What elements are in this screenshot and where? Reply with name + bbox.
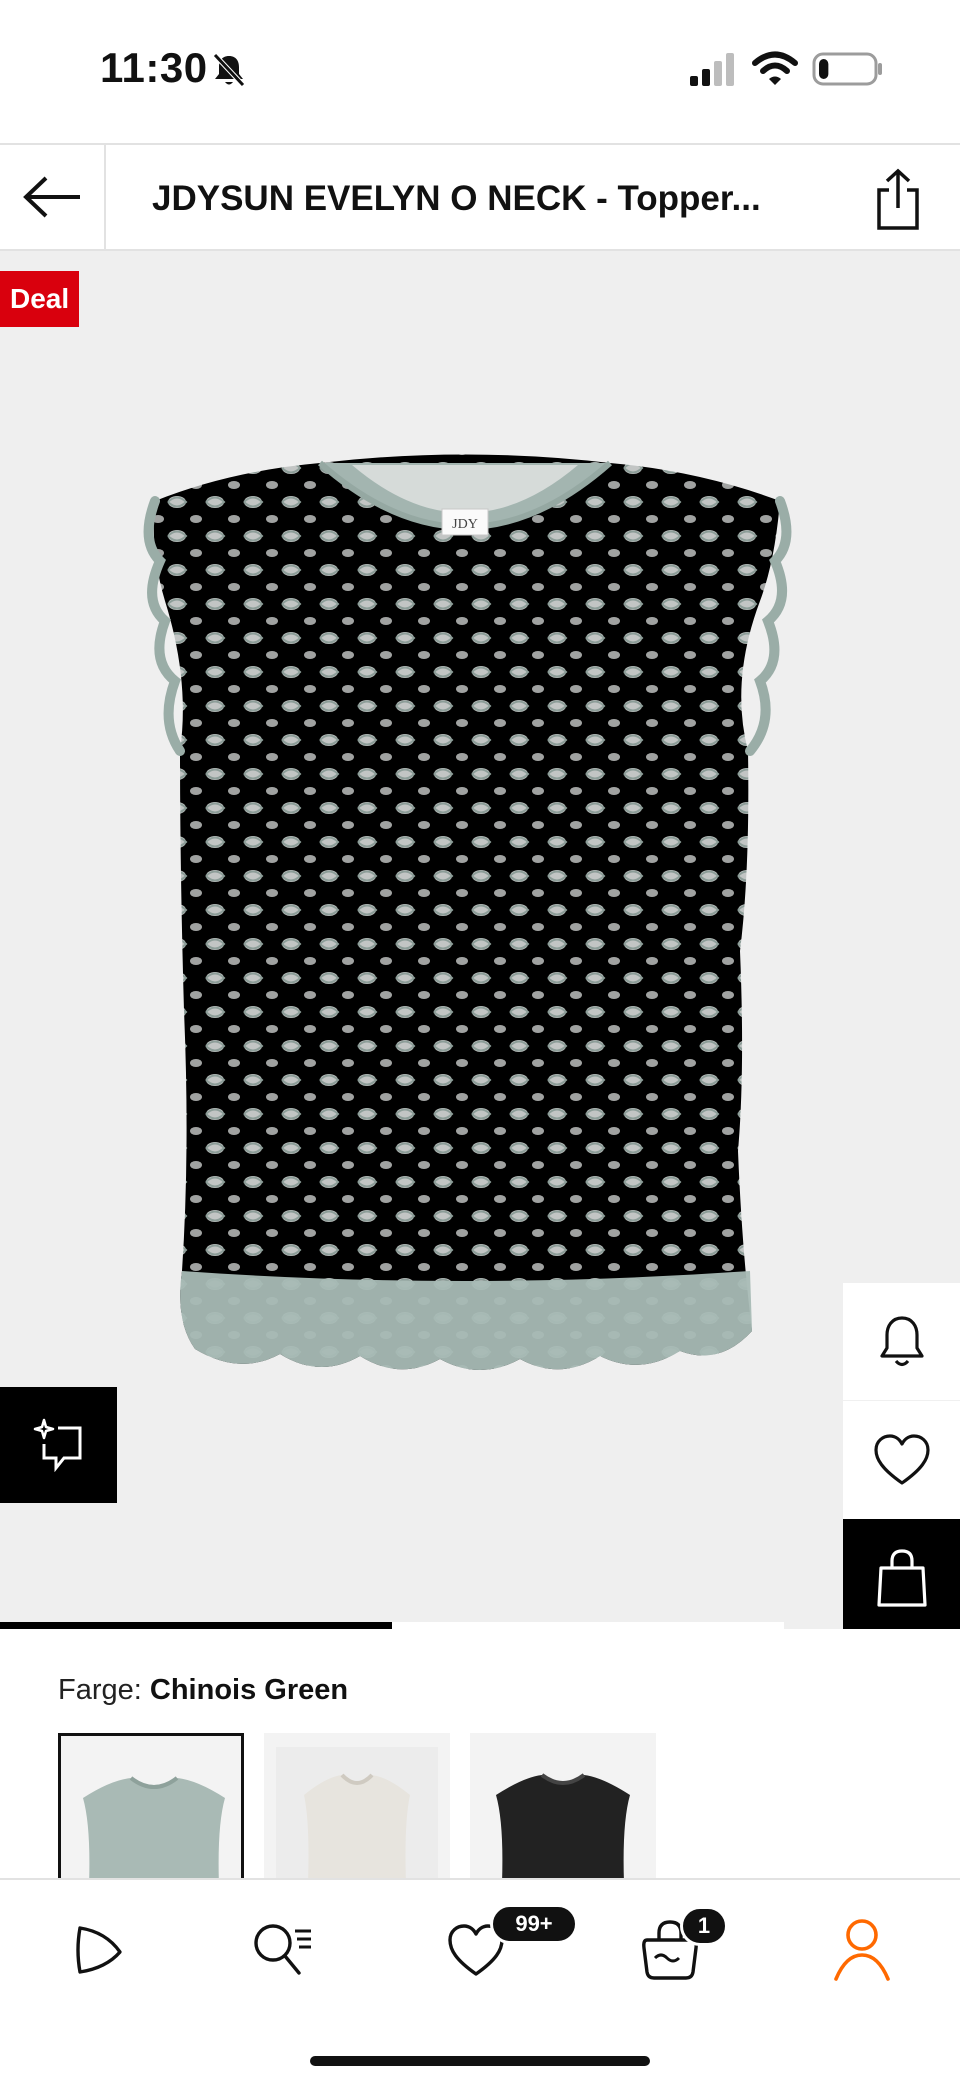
arrow-left-icon (23, 176, 80, 218)
home-indicator (310, 2056, 650, 2066)
nav-account[interactable] (822, 1910, 902, 1990)
wishlist-count-badge: 99+ (490, 1904, 578, 1944)
gallery-progress (0, 1622, 784, 1629)
add-to-bag-button[interactable] (843, 1519, 960, 1629)
bell-off-icon (213, 53, 245, 87)
nav-bag[interactable]: 1 (630, 1906, 728, 1990)
bell-icon (879, 1315, 924, 1366)
nav-discover[interactable] (56, 1910, 136, 1990)
selected-color-value: Chinois Green (149, 1674, 349, 1706)
back-button[interactable] (0, 145, 106, 249)
wifi-icon (752, 51, 798, 85)
color-picker: Farge: Chinois Green (0, 1629, 960, 1883)
swatch-thumbnail-green (83, 1776, 225, 1880)
gallery-progress-fill (0, 1622, 392, 1629)
battery-icon (812, 52, 882, 86)
product-image: JDY (143, 454, 792, 1370)
swatch-thumbnail-white (276, 1747, 438, 1883)
user-icon (834, 1919, 890, 1981)
color-label-prefix: Farge: (58, 1674, 142, 1706)
search-icon (254, 1924, 311, 1975)
bag-icon (876, 1549, 927, 1607)
color-label: Farge: Chinois Green (58, 1674, 348, 1707)
ai-similar-button[interactable] (0, 1387, 117, 1503)
share-icon (877, 168, 919, 230)
share-button[interactable] (866, 165, 930, 235)
side-actions (843, 1283, 960, 1629)
wishlist-button[interactable] (843, 1401, 960, 1519)
cart-count-badge: 1 (680, 1906, 728, 1946)
deal-badge: Deal (0, 271, 80, 327)
product-gallery[interactable]: Deal JDY (0, 251, 960, 1629)
play-icon (76, 1926, 122, 1974)
svg-text:JDY: JDY (452, 517, 478, 532)
swatch-chinois-green[interactable] (58, 1733, 244, 1883)
bottom-nav: 99+ 1 (0, 1878, 960, 2081)
product-header: JDYSUN EVELYN O NECK - Topper... (0, 143, 960, 251)
nav-search[interactable] (244, 1910, 324, 1990)
nav-wishlist[interactable]: 99+ (436, 1904, 578, 1990)
status-bar: 11:30 (0, 0, 960, 143)
signal-icon (690, 53, 734, 86)
notify-button[interactable] (843, 1283, 960, 1401)
page-title: JDYSUN EVELYN O NECK - Topper... (152, 179, 761, 218)
swatch-white[interactable] (264, 1733, 450, 1883)
heart-icon (873, 1434, 930, 1485)
swatch-black[interactable] (470, 1733, 656, 1883)
color-swatches (58, 1733, 656, 1883)
status-time: 11:30 (100, 44, 208, 91)
swatch-thumbnail-black (496, 1773, 630, 1883)
sparkle-chat-icon (33, 1418, 81, 1472)
